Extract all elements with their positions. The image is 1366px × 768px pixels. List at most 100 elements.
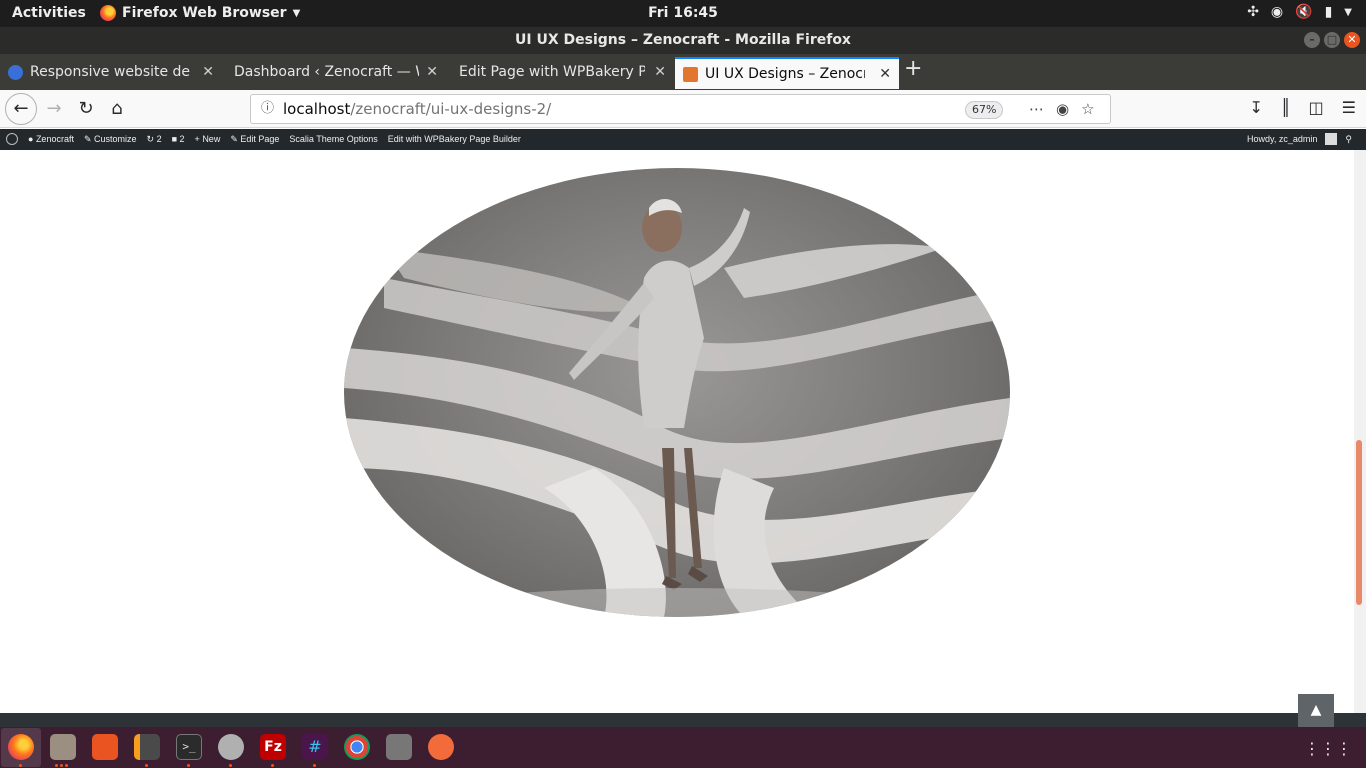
- pocket-icon[interactable]: ◉: [1056, 95, 1069, 123]
- url-path: /zenocraft/ui-ux-designs-2/: [350, 100, 552, 118]
- close-tab-icon[interactable]: ✕: [202, 57, 214, 87]
- chrome-icon[interactable]: [344, 734, 370, 760]
- running-indicator: [313, 764, 316, 767]
- settings-tool-icon[interactable]: [218, 734, 244, 760]
- hero-image: [344, 168, 1010, 617]
- sidebar-icon[interactable]: ◫: [1309, 98, 1324, 117]
- wp-customize-label: Customize: [94, 133, 137, 144]
- system-menu-icon[interactable]: ▼: [1344, 7, 1352, 18]
- wp-customize[interactable]: ✎ Customize: [84, 134, 137, 145]
- wp-edit-wpbakery[interactable]: Edit with WPBakery Page Builder: [388, 134, 521, 144]
- wp-site-name-label: Zenocraft: [35, 134, 74, 144]
- wp-admin-bar-left: ● Zenocraft ✎ Customize ↻ 2 ■ 2 + New ✎ …: [6, 133, 521, 145]
- chevron-down-icon: ▼: [292, 7, 301, 19]
- downloads-icon[interactable]: ↧: [1249, 98, 1262, 117]
- close-tab-icon[interactable]: ✕: [879, 59, 891, 89]
- back-button[interactable]: ←: [5, 93, 37, 125]
- app-menu[interactable]: Firefox Web Browser ▼: [100, 5, 300, 21]
- hamburger-menu-icon[interactable]: ☰: [1342, 98, 1356, 117]
- clock[interactable]: Fri 16:45: [648, 5, 718, 21]
- running-indicator: [65, 764, 68, 767]
- software-center-icon[interactable]: [92, 734, 118, 760]
- wp-admin-bar-right: Howdy, zc_admin ⚲: [1247, 133, 1352, 145]
- ubuntu-dock: >_ Fz # ⋮⋮⋮: [0, 727, 1366, 768]
- wifi-icon[interactable]: ◉: [1271, 4, 1283, 20]
- running-indicator: [271, 764, 274, 767]
- page-actions-icon[interactable]: ⋯: [1029, 95, 1044, 123]
- postman-icon[interactable]: [428, 734, 454, 760]
- bookmark-star-icon[interactable]: ☆: [1081, 95, 1094, 123]
- firefox-icon: [100, 5, 116, 21]
- firefox-icon[interactable]: [8, 734, 34, 760]
- close-window-button[interactable]: ✕: [1344, 32, 1360, 48]
- search-icon[interactable]: ⚲: [1345, 134, 1352, 145]
- reload-button[interactable]: ↻: [72, 95, 100, 123]
- avatar[interactable]: [1325, 133, 1338, 145]
- wp-edit-page[interactable]: ✎ Edit Page: [230, 134, 279, 145]
- window-title: UI UX Designs – Zenocraft - Mozilla Fire…: [515, 32, 851, 48]
- tab-label: UI UX Designs – Zenocraf: [705, 66, 865, 82]
- window-controls: – □ ✕: [1304, 32, 1360, 48]
- tab-ui-ux-designs[interactable]: UI UX Designs – Zenocraf ✕: [675, 57, 899, 89]
- wordpress-logo-icon[interactable]: [6, 133, 18, 145]
- wp-updates[interactable]: ↻ 2: [147, 134, 162, 145]
- tab-label: Dashboard ‹ Zenocraft — W: [234, 64, 419, 80]
- page-footer: [0, 713, 1366, 727]
- battery-icon[interactable]: ▮: [1325, 4, 1333, 20]
- tab-edit-page-wpbakery[interactable]: Edit Page with WPBakery Pa ✕: [446, 57, 674, 89]
- home-button[interactable]: ⌂: [103, 95, 131, 123]
- files-icon[interactable]: [50, 734, 76, 760]
- gnome-top-bar: Activities Firefox Web Browser ▼ Fri 16:…: [0, 0, 1366, 27]
- library-icon[interactable]: ║: [1281, 98, 1291, 117]
- maximize-button[interactable]: □: [1324, 32, 1340, 48]
- navigation-toolbar: ← → ↻ ⌂ ⓘ localhost/zenocraft/ui-ux-desi…: [0, 90, 1366, 128]
- wp-new-label: New: [202, 134, 221, 144]
- activities-button[interactable]: Activities: [12, 5, 86, 21]
- volume-muted-icon[interactable]: 🔇: [1295, 4, 1312, 20]
- wp-new[interactable]: + New: [195, 134, 221, 144]
- wp-comments-count: 2: [179, 134, 185, 144]
- minimize-button[interactable]: –: [1304, 32, 1320, 48]
- sublime-text-icon[interactable]: [134, 734, 160, 760]
- window-titlebar: UI UX Designs – Zenocraft - Mozilla Fire…: [0, 27, 1366, 54]
- new-tab-button[interactable]: +: [904, 56, 922, 81]
- paper-dress-illustration: [344, 198, 1010, 617]
- close-tab-icon[interactable]: ✕: [426, 57, 438, 87]
- wp-edit-page-label: Edit Page: [240, 133, 280, 144]
- wp-howdy[interactable]: Howdy, zc_admin: [1247, 134, 1317, 144]
- zoom-indicator[interactable]: 67%: [965, 101, 1004, 119]
- wp-updates-count: 2: [156, 133, 162, 144]
- url-host: localhost: [283, 100, 351, 118]
- forward-button[interactable]: →: [40, 95, 68, 123]
- running-indicator: [55, 764, 58, 767]
- toolbar-right: ↧ ║ ◫ ☰: [1249, 98, 1356, 117]
- system-tray: ✣ ◉ 🔇 ▮ ▼: [1247, 4, 1352, 20]
- tab-responsive-website[interactable]: Responsive website desi ✕: [0, 57, 222, 89]
- slack-icon[interactable]: ✣: [1247, 4, 1259, 20]
- page-content: [0, 150, 1354, 713]
- scrollbar-thumb[interactable]: [1356, 440, 1362, 605]
- site-icon: [8, 65, 23, 80]
- app-menu-label: Firefox Web Browser: [122, 5, 287, 21]
- running-indicator: [60, 764, 63, 767]
- url-bar[interactable]: ⓘ localhost/zenocraft/ui-ux-designs-2/ 6…: [250, 94, 1111, 124]
- terminal-icon[interactable]: >_: [176, 734, 202, 760]
- page-scrollbar[interactable]: [1354, 150, 1366, 713]
- tab-dashboard[interactable]: Dashboard ‹ Zenocraft — W ✕: [222, 57, 446, 89]
- close-tab-icon[interactable]: ✕: [654, 57, 666, 87]
- url-bar-actions: ⋯ ◉ ☆: [1029, 95, 1095, 123]
- running-indicator: [19, 764, 22, 767]
- wp-site-name[interactable]: ● Zenocraft: [28, 134, 74, 144]
- wp-comments[interactable]: ■ 2: [172, 134, 185, 144]
- camera-icon[interactable]: [386, 734, 412, 760]
- slack-icon[interactable]: #: [302, 734, 328, 760]
- wp-theme-options[interactable]: Scalia Theme Options: [289, 134, 377, 144]
- tab-label: Responsive website desi: [30, 64, 190, 80]
- running-indicator: [229, 764, 232, 767]
- show-applications-icon[interactable]: ⋮⋮⋮: [1304, 739, 1352, 758]
- filezilla-icon[interactable]: Fz: [260, 734, 286, 760]
- tab-label: Edit Page with WPBakery Pa: [459, 64, 645, 80]
- site-info-icon[interactable]: ⓘ: [261, 95, 274, 123]
- wp-admin-bar: ● Zenocraft ✎ Customize ↻ 2 ■ 2 + New ✎ …: [0, 129, 1366, 150]
- back-to-top-button[interactable]: ▲: [1298, 694, 1334, 727]
